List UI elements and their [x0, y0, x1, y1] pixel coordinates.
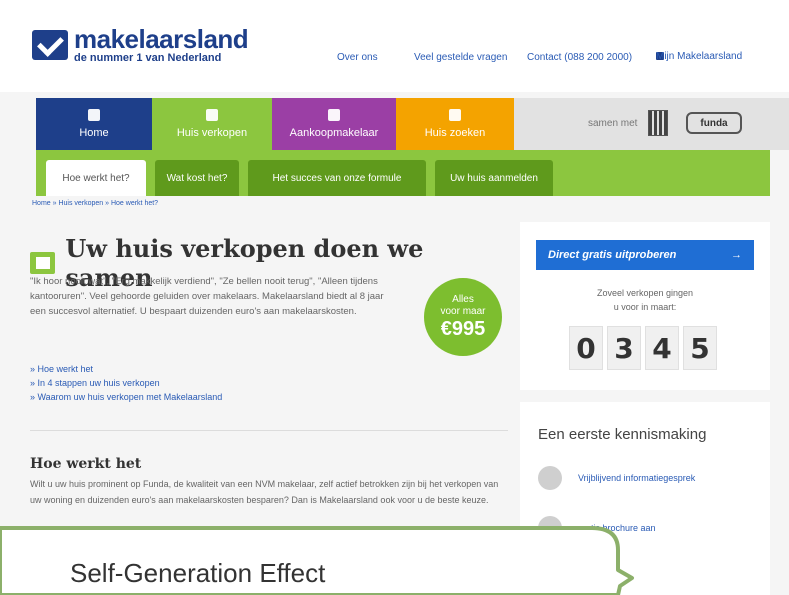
nav-tab-label: Huis verkopen: [176, 127, 248, 139]
price-line1: Alles: [452, 294, 474, 305]
price-line2: voor maar: [440, 306, 486, 317]
top-links: Over ons Veel gestelde vragen Contact (0…: [0, 51, 789, 68]
intro-text: "Ik hoor nooit wat", "Erg makkelijk verd…: [30, 276, 384, 317]
price-amount: €995: [440, 318, 486, 340]
nav-tab-huis-verkopen[interactable]: Huis verkopen: [152, 98, 272, 150]
nav-tab-label: Aankoopmakelaar: [289, 127, 379, 139]
nav-tab-label: Home: [79, 127, 109, 139]
sales-text: Zoveel verkopen gingen u voor in maart:: [520, 286, 770, 314]
arrow-right-icon: →: [731, 249, 742, 261]
link-faq[interactable]: Veel gestelde vragen: [414, 52, 507, 63]
cta-label: Direct gratis uitproberen: [548, 249, 677, 261]
counter-digit: 3: [607, 326, 641, 370]
divider: [30, 430, 508, 431]
link-mijn-makelaarsland[interactable]: Mijn Makelaarsland: [656, 51, 742, 62]
sub-nav: Hoe werkt het? Wat kost het? Het succes …: [36, 150, 770, 196]
partner-block: samen met funda: [514, 98, 789, 150]
sales-text-line2: u voor in maart:: [613, 302, 677, 312]
try-free-button[interactable]: Direct gratis uitproberen →: [536, 240, 754, 270]
nvm-logo-icon: [648, 110, 668, 136]
link-4-stappen[interactable]: » In 4 stappen uw huis verkopen: [30, 376, 222, 390]
home-icon: [88, 109, 100, 121]
kennis-item-gesprek[interactable]: Vrijblijvend informatiegesprek: [538, 466, 695, 490]
sales-text-line1: Zoveel verkopen gingen: [596, 288, 694, 298]
person-icon: [328, 109, 340, 121]
house-icon: [449, 109, 461, 121]
subtab-huis-aanmelden[interactable]: Uw huis aanmelden: [435, 160, 553, 196]
kennis-item-besparing[interactable]: besparing: [538, 566, 618, 590]
site-header: makelaarsland de nummer 1 van Nederland …: [0, 0, 789, 92]
funda-logo[interactable]: funda: [686, 112, 742, 134]
main-nav: Home Huis verkopen Aankoopmakelaar Huis …: [36, 98, 789, 150]
subtab-wat-kost-het[interactable]: Wat kost het?: [155, 160, 239, 196]
kennis-item-label: Vrijblijvend informatiegesprek: [578, 473, 696, 483]
partner-label: samen met: [588, 118, 638, 129]
sign-icon: [30, 252, 56, 274]
counter-digit: 5: [683, 326, 717, 370]
consultant-icon: [538, 466, 562, 490]
sales-counter: 0 3 4 5: [569, 326, 717, 370]
counter-digit: 4: [645, 326, 679, 370]
section-text: Wilt u uw huis prominent op Funda, de kw…: [30, 479, 499, 505]
nav-tab-home[interactable]: Home: [36, 98, 152, 150]
nav-tab-aankoopmakelaar[interactable]: Aankoopmakelaar: [272, 98, 396, 150]
link-mijn-label: Mijn Makelaarsland: [656, 50, 743, 62]
cta-box: Direct gratis uitproberen → Zoveel verko…: [520, 222, 770, 390]
section-title: Hoe werkt het: [30, 456, 142, 472]
breadcrumb[interactable]: Home » Huis verkopen » Hoe werkt het?: [32, 200, 158, 207]
savings-icon: [538, 566, 562, 590]
link-contact[interactable]: Contact (088 200 2000): [527, 52, 632, 63]
webpage: makelaarsland de nummer 1 van Nederland …: [0, 0, 789, 595]
brochure-icon: [538, 516, 562, 540]
main-content: Uw huis verkopen doen we samen "Ik hoor …: [30, 222, 508, 595]
kennis-item-label: gratis brochure aan: [578, 523, 656, 533]
anchor-links: » Hoe werkt het » In 4 stappen uw huis v…: [30, 362, 222, 404]
counter-digit: 0: [569, 326, 603, 370]
logo-name: makelaarsland: [74, 24, 249, 54]
subtab-hoe-werkt-het[interactable]: Hoe werkt het?: [46, 160, 146, 196]
nav-tab-huis-zoeken[interactable]: Huis zoeken: [396, 98, 514, 150]
kennis-item-brochure[interactable]: gratis brochure aan: [538, 516, 656, 540]
link-waarom[interactable]: » Waarom uw huis verkopen met Makelaarsl…: [30, 390, 222, 404]
price-badge: Alles voor maar €995: [424, 278, 502, 356]
kennis-item-label: besparing: [578, 573, 618, 583]
link-over-ons[interactable]: Over ons: [337, 52, 378, 63]
nav-tab-label: Huis zoeken: [424, 127, 486, 139]
kennismaking-box: Een eerste kennismaking Vrijblijvend inf…: [520, 402, 770, 595]
subtab-succes-formule[interactable]: Het succes van onze formule: [248, 160, 426, 196]
kennismaking-title: Een eerste kennismaking: [538, 426, 707, 443]
callout-label: Self-Generation Effect: [70, 558, 326, 588]
house-sign-icon: [206, 109, 218, 121]
link-hoe-werkt-het[interactable]: » Hoe werkt het: [30, 362, 222, 376]
